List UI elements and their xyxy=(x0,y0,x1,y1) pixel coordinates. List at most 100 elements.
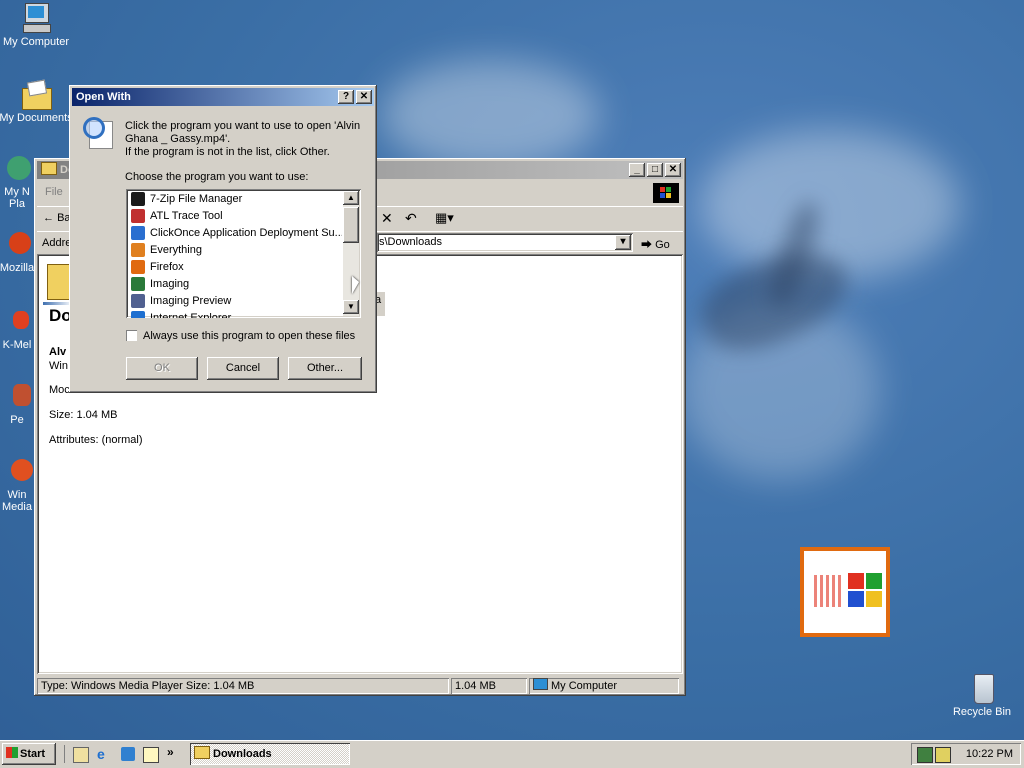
windows-flag-icon xyxy=(6,747,18,758)
always-use-checkbox[interactable] xyxy=(126,330,137,341)
wallpaper-cloud xyxy=(380,60,600,170)
menu-file[interactable]: File xyxy=(45,186,63,198)
program-icon xyxy=(131,311,145,318)
program-list[interactable]: 7-Zip File Manager ATL Trace Tool ClickOnc… xyxy=(126,189,361,318)
folder-icon xyxy=(41,162,57,175)
desktop-icon-label: My Computer xyxy=(2,36,70,48)
open-with-dialog[interactable]: Open With ? ✕ Click the program you want… xyxy=(69,85,377,393)
program-label: Imaging Preview xyxy=(150,295,232,307)
desktop-icon-label: My Documents xyxy=(0,112,73,124)
computer-icon xyxy=(533,678,548,690)
program-label: Firefox xyxy=(150,261,184,273)
desktop-icon-label: Recycle Bin xyxy=(952,706,1012,718)
program-label: ClickOnce Application Deployment Su... xyxy=(150,227,342,239)
mozilla-icon xyxy=(1,228,33,260)
program-label: Internet Explorer xyxy=(150,312,232,318)
program-list-item[interactable]: Imaging xyxy=(128,276,342,293)
dialog-title-bar[interactable]: Open With ? ✕ xyxy=(72,88,374,106)
program-icon xyxy=(131,243,145,257)
program-icon xyxy=(131,209,145,223)
desktop-icon-my-computer[interactable]: My Computer xyxy=(0,2,75,48)
ok-button[interactable]: OK xyxy=(126,357,198,380)
back-arrow-icon: ← xyxy=(43,212,54,224)
delete-icon[interactable]: ✕ xyxy=(381,210,393,227)
file-name: Alv xyxy=(49,346,67,358)
desktop-icon-my-documents[interactable]: My Documents xyxy=(0,78,75,124)
file-attributes: Attributes: (normal) xyxy=(49,434,143,446)
program-list-item[interactable]: Firefox xyxy=(128,259,342,276)
program-list-item[interactable]: ATL Trace Tool xyxy=(128,208,342,225)
views-icon[interactable]: ▦▾ xyxy=(435,210,454,226)
dialog-message: Click the program you want to use to ope… xyxy=(125,120,361,158)
back-button[interactable]: ← Ba xyxy=(43,212,71,224)
status-bar: Type: Windows Media Player Size: 1.04 MB… xyxy=(37,676,683,694)
other-button[interactable]: Other... xyxy=(288,357,362,380)
maximize-button[interactable]: □ xyxy=(647,163,663,177)
outlook-icon[interactable] xyxy=(121,747,135,761)
program-label: Everything xyxy=(150,244,202,256)
network-icon xyxy=(1,152,33,184)
shortcut-icon xyxy=(1,380,33,412)
always-use-label[interactable]: Always use this program to open these fi… xyxy=(143,330,355,342)
dialog-title: Open With xyxy=(76,91,131,103)
program-icon xyxy=(131,226,145,240)
taskbar-downloads-button[interactable]: Downloads xyxy=(190,743,350,765)
close-button[interactable]: ✕ xyxy=(356,90,372,104)
program-list-item[interactable]: Everything xyxy=(128,242,342,259)
documents-folder-icon xyxy=(20,78,52,110)
close-button[interactable]: ✕ xyxy=(665,163,681,177)
scroll-up-button[interactable]: ▲ xyxy=(343,191,359,205)
program-icon xyxy=(131,277,145,291)
program-icon xyxy=(131,260,145,274)
status-size: 1.04 MB xyxy=(451,678,527,694)
file-size: Size: 1.04 MB xyxy=(49,409,118,421)
clock[interactable]: 10:22 PM xyxy=(966,748,1013,760)
desktop-icon-recycle-bin[interactable]: Recycle Bin xyxy=(943,672,1021,718)
system-tray: 10:22 PM xyxy=(911,743,1021,765)
recycle-bin-icon xyxy=(966,672,998,704)
go-button[interactable]: ⮕ Go xyxy=(641,236,670,252)
quick-launch: e » xyxy=(64,745,185,763)
windows-logo-graphic xyxy=(800,547,890,637)
program-list-item[interactable]: ClickOnce Application Deployment Su... xyxy=(128,225,342,242)
address-input[interactable]: s\Downloads ▾ xyxy=(377,233,633,252)
start-button[interactable]: Start xyxy=(2,743,56,765)
media-player-icon xyxy=(1,455,33,487)
address-dropdown-button[interactable]: ▾ xyxy=(615,235,631,250)
program-list-item[interactable]: Imaging Preview xyxy=(128,293,342,310)
file-type: Win xyxy=(49,360,68,372)
network-tray-icon[interactable] xyxy=(917,747,933,763)
magnifier-icon xyxy=(83,117,113,149)
list-scrollbar[interactable]: ▲ ▼ xyxy=(343,191,359,316)
speaker-tray-icon[interactable] xyxy=(935,747,951,763)
program-label: 7-Zip File Manager xyxy=(150,193,243,205)
program-label: Imaging xyxy=(150,278,190,290)
program-label: ATL Trace Tool xyxy=(150,210,223,222)
mouse-cursor xyxy=(352,276,359,294)
search-icon[interactable] xyxy=(143,747,159,763)
taskbar: Start e » Downloads 10:22 PM xyxy=(0,740,1024,768)
go-arrow-icon: ⮕ xyxy=(641,239,652,251)
status-zone: My Computer xyxy=(529,678,679,694)
program-icon xyxy=(131,294,145,308)
internet-explorer-icon[interactable]: e xyxy=(97,746,105,762)
computer-icon xyxy=(20,2,52,34)
modified-label: Moc xyxy=(49,384,70,396)
status-type: Type: Windows Media Player Size: 1.04 MB xyxy=(37,678,449,694)
folder-icon xyxy=(194,746,210,759)
undo-icon[interactable]: ↶ xyxy=(405,210,417,227)
minimize-button[interactable]: _ xyxy=(629,163,645,177)
choose-label: Choose the program you want to use: xyxy=(125,171,309,183)
show-desktop-icon[interactable] xyxy=(73,747,89,763)
program-list-item[interactable]: 7-Zip File Manager xyxy=(128,191,342,208)
scroll-down-button[interactable]: ▼ xyxy=(343,300,359,314)
program-list-item[interactable]: Internet Explorer xyxy=(128,310,342,318)
address-label: Addre xyxy=(42,237,72,249)
cancel-button[interactable]: Cancel xyxy=(207,357,279,380)
chevron-icon[interactable]: » xyxy=(167,745,174,759)
windows-throbber-icon xyxy=(653,183,679,203)
program-icon xyxy=(131,192,145,206)
k-meleon-icon xyxy=(1,305,33,337)
help-button[interactable]: ? xyxy=(338,90,354,104)
scroll-thumb[interactable] xyxy=(343,207,359,243)
